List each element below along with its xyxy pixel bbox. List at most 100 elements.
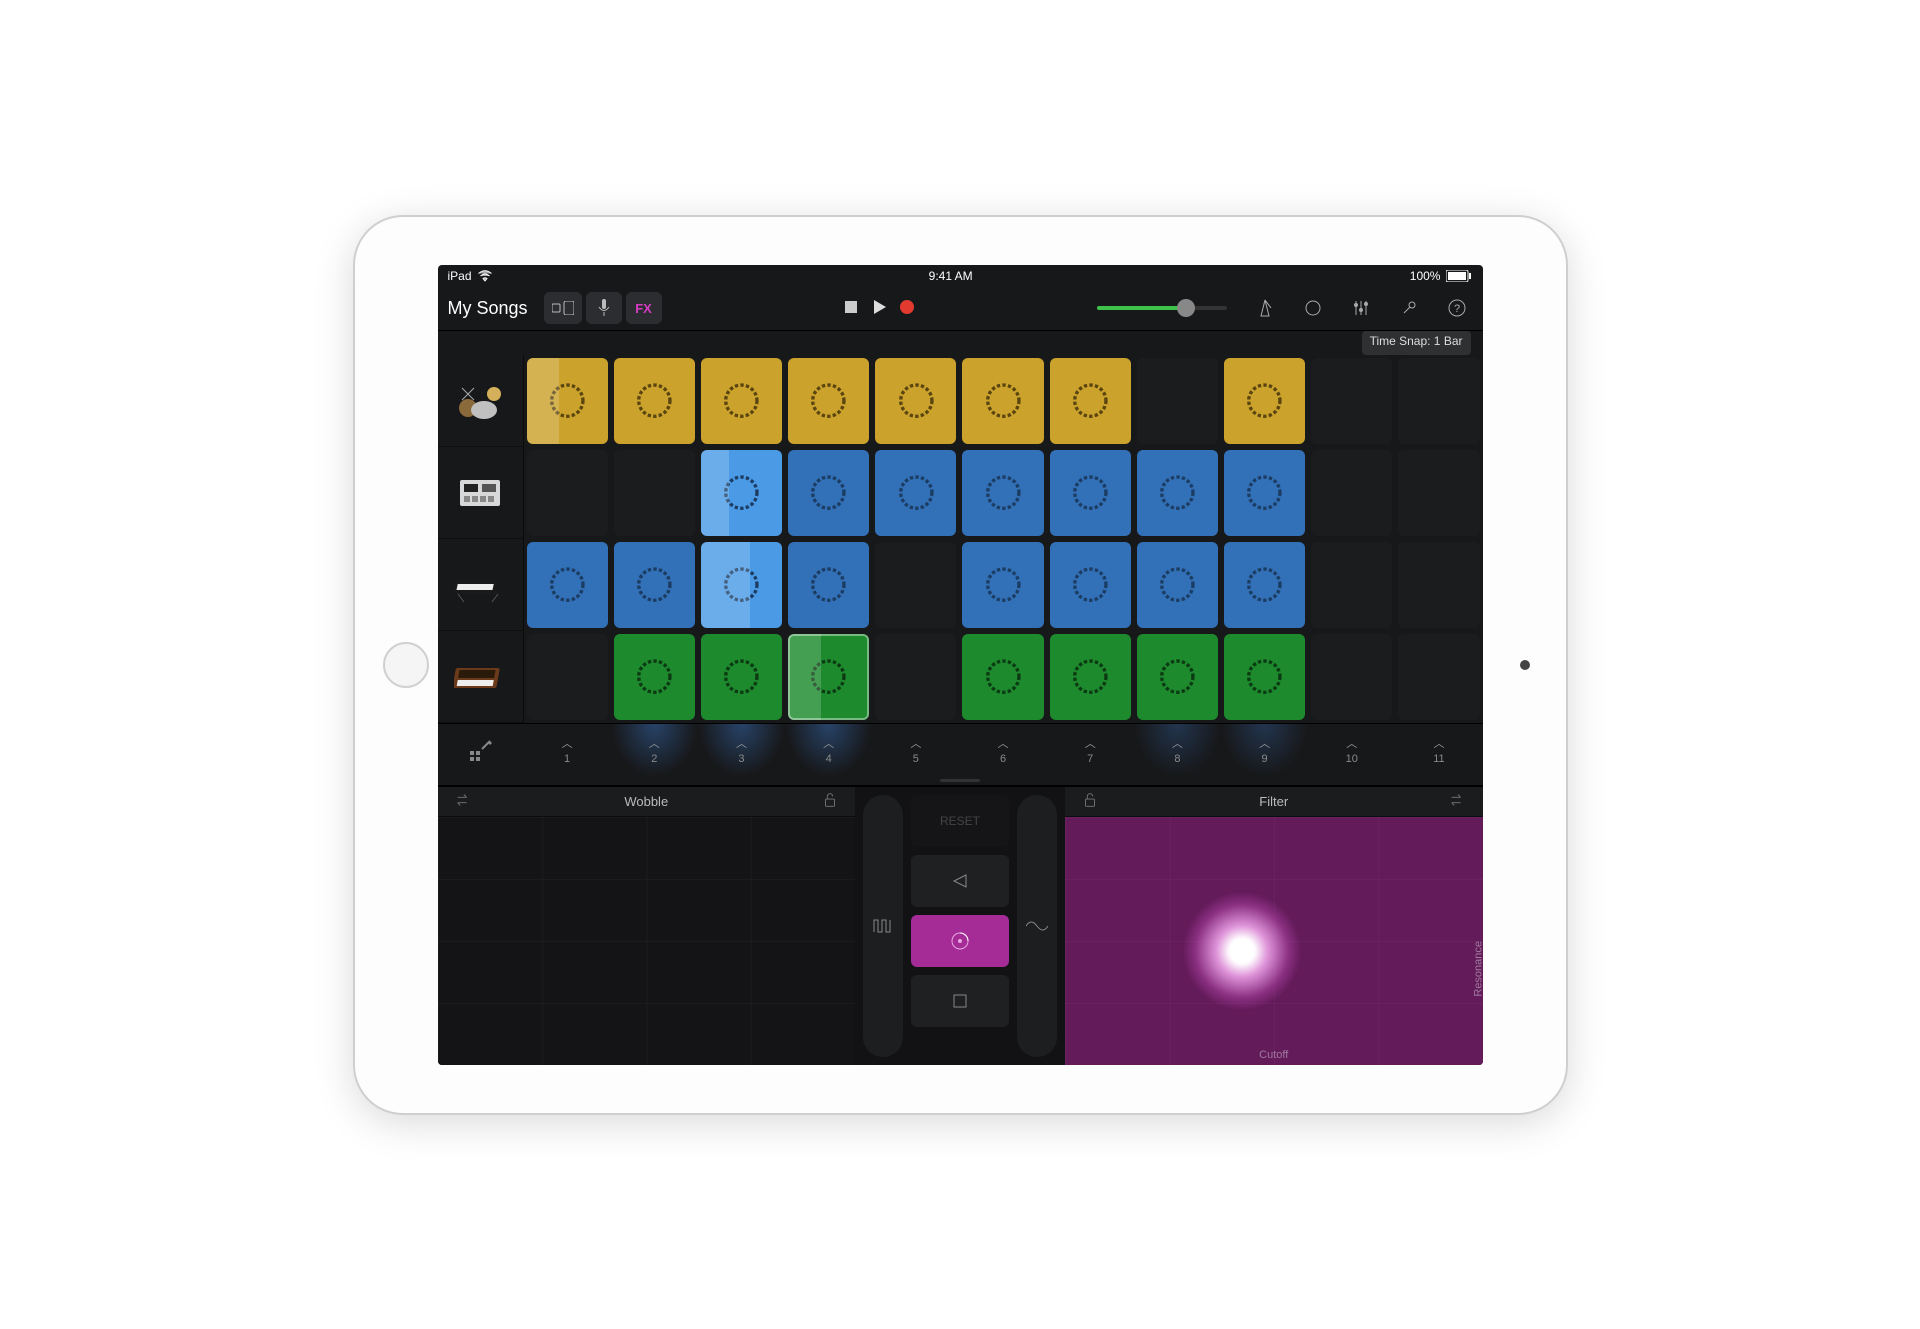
volume-slider[interactable]: [1097, 306, 1227, 310]
lock-icon[interactable]: [1081, 791, 1099, 812]
loop-cell[interactable]: [1311, 542, 1392, 628]
mixer-icon[interactable]: [1345, 292, 1377, 324]
drag-handle-icon[interactable]: [438, 777, 1483, 785]
column-trigger[interactable]: ︿5: [872, 724, 959, 777]
timesnap-badge[interactable]: Time Snap: 1 Bar: [1362, 331, 1471, 355]
fx-filter-title: Filter: [1259, 794, 1288, 809]
loop-cell[interactable]: [1050, 450, 1131, 536]
loop-cell[interactable]: [788, 450, 869, 536]
column-triggers: ︿1︿2︿3︿4︿5︿6︿7︿8︿9︿10︿11: [438, 723, 1483, 777]
clock: 9:41 AM: [929, 269, 973, 283]
loop-cell[interactable]: [701, 542, 782, 628]
loop-cell[interactable]: [875, 450, 956, 536]
wave-button[interactable]: [1017, 795, 1057, 1057]
loop-cell[interactable]: [1050, 634, 1131, 720]
column-trigger[interactable]: ︿1: [524, 724, 611, 777]
play-button[interactable]: [870, 298, 888, 319]
loop-cell[interactable]: [701, 634, 782, 720]
loop-cell[interactable]: [1311, 634, 1392, 720]
fx-wobble-pad[interactable]: [438, 817, 856, 1065]
fx-panel: Wobble RESET: [438, 785, 1483, 1065]
loop-cell[interactable]: [1224, 542, 1305, 628]
loop-cell[interactable]: [1398, 542, 1479, 628]
project-title[interactable]: My Songs: [448, 298, 528, 319]
loop-cell[interactable]: [875, 542, 956, 628]
swap-icon[interactable]: [454, 791, 472, 812]
column-trigger[interactable]: ︿2: [611, 724, 698, 777]
loop-cell[interactable]: [1398, 634, 1479, 720]
loop-cell[interactable]: [1137, 542, 1218, 628]
column-trigger[interactable]: ︿6: [959, 724, 1046, 777]
loop-cell[interactable]: [1224, 358, 1305, 444]
help-icon[interactable]: ?: [1441, 292, 1473, 324]
column-trigger[interactable]: ︿4: [785, 724, 872, 777]
stop-button[interactable]: [842, 298, 860, 319]
loop-cell[interactable]: [1398, 450, 1479, 536]
chevron-up-icon: ︿: [649, 735, 660, 751]
column-trigger[interactable]: ︿11: [1395, 724, 1482, 777]
scratch-button[interactable]: [911, 915, 1009, 967]
loop-cell[interactable]: [788, 542, 869, 628]
fx-wobble-title: Wobble: [624, 794, 668, 809]
cell-edit-button[interactable]: [438, 724, 524, 777]
swap-icon[interactable]: [1448, 791, 1466, 812]
loop-cell[interactable]: [788, 358, 869, 444]
track-header-synth[interactable]: [438, 631, 524, 723]
loop-cell[interactable]: [962, 450, 1043, 536]
loop-cell[interactable]: [1137, 634, 1218, 720]
loop-cell[interactable]: [527, 634, 608, 720]
loop-cell[interactable]: [875, 634, 956, 720]
track-header-keyboard[interactable]: [438, 539, 524, 631]
lock-icon[interactable]: [821, 791, 839, 812]
reset-button[interactable]: RESET: [911, 795, 1009, 847]
battery-icon: [1446, 270, 1472, 282]
loop-cell[interactable]: [1137, 358, 1218, 444]
loop-cell[interactable]: [788, 634, 869, 720]
reverse-button[interactable]: [911, 855, 1009, 907]
column-trigger[interactable]: ︿8: [1134, 724, 1221, 777]
column-trigger[interactable]: ︿7: [1047, 724, 1134, 777]
loop-cell[interactable]: [614, 358, 695, 444]
loop-cell[interactable]: [1137, 450, 1218, 536]
microphone-button[interactable]: [586, 292, 622, 324]
column-trigger[interactable]: ︿10: [1308, 724, 1395, 777]
loop-cell[interactable]: [1311, 358, 1392, 444]
gate-button[interactable]: [863, 795, 903, 1057]
loop-cell[interactable]: [1311, 450, 1392, 536]
loop-icon[interactable]: [1297, 292, 1329, 324]
loop-cell[interactable]: [614, 634, 695, 720]
screen: iPad 9:41 AM 100% My Songs: [438, 265, 1483, 1065]
loop-cell[interactable]: [875, 358, 956, 444]
chevron-up-icon: ︿: [1085, 735, 1096, 751]
loop-cell[interactable]: [614, 542, 695, 628]
column-trigger[interactable]: ︿9: [1221, 724, 1308, 777]
battery-label: 100%: [1410, 269, 1441, 283]
timesnap-row: Time Snap: 1 Bar: [438, 331, 1483, 355]
loop-cell[interactable]: [1224, 634, 1305, 720]
loop-cell[interactable]: [962, 542, 1043, 628]
fx-filter-pad[interactable]: Cutoff Resonance: [1065, 817, 1483, 1065]
loop-cell[interactable]: [962, 634, 1043, 720]
fx-button[interactable]: FX: [626, 292, 662, 324]
loop-cell[interactable]: [962, 358, 1043, 444]
settings-icon[interactable]: [1393, 292, 1425, 324]
loop-cell[interactable]: [1398, 358, 1479, 444]
record-button[interactable]: [898, 298, 916, 319]
loop-cell[interactable]: [701, 450, 782, 536]
metronome-icon[interactable]: [1249, 292, 1281, 324]
home-button[interactable]: [383, 642, 429, 688]
column-trigger[interactable]: ︿3: [698, 724, 785, 777]
loop-cell[interactable]: [1050, 542, 1131, 628]
stop-fx-button[interactable]: [911, 975, 1009, 1027]
loop-cell[interactable]: [527, 542, 608, 628]
track-header-drum-machine[interactable]: [438, 447, 524, 539]
loop-cell[interactable]: [1050, 358, 1131, 444]
loop-cell[interactable]: [527, 358, 608, 444]
browser-toggle-button[interactable]: [544, 292, 582, 324]
chevron-up-icon: ︿: [1433, 735, 1444, 751]
loop-cell[interactable]: [614, 450, 695, 536]
loop-cell[interactable]: [527, 450, 608, 536]
track-header-drums[interactable]: [438, 355, 524, 447]
loop-cell[interactable]: [701, 358, 782, 444]
loop-cell[interactable]: [1224, 450, 1305, 536]
